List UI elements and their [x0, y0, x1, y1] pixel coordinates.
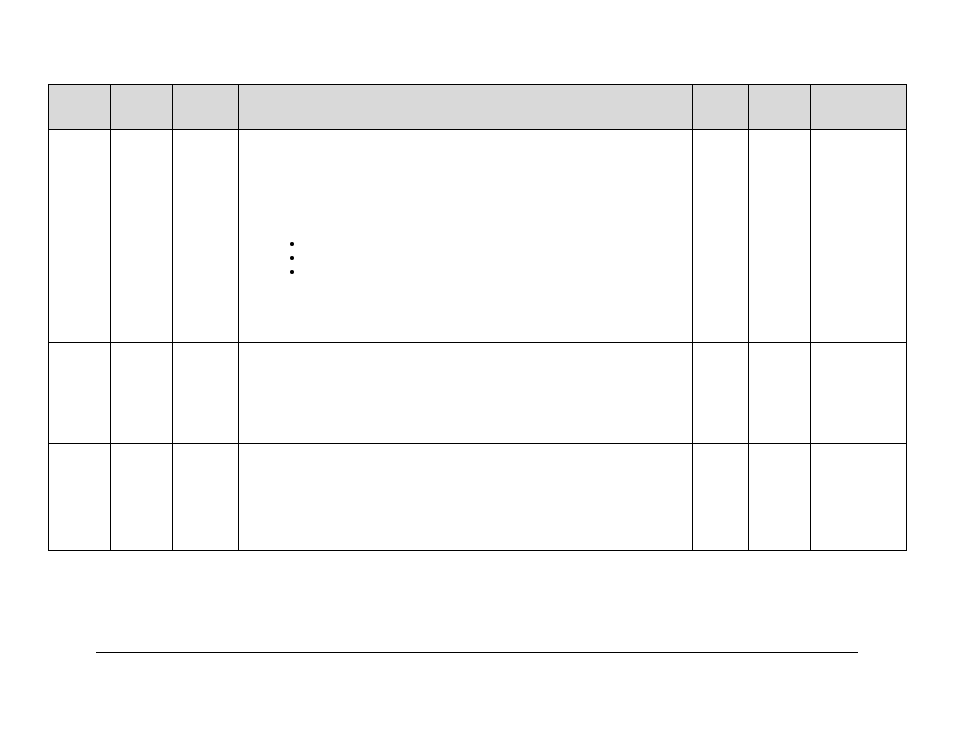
cell-text — [239, 444, 692, 456]
table-header-cell — [749, 85, 811, 130]
cell-text — [749, 444, 810, 456]
header-label — [749, 85, 810, 97]
header-label — [693, 85, 748, 97]
cell-text — [811, 343, 906, 355]
table-row — [49, 343, 907, 444]
cell-text — [693, 343, 748, 355]
bullet-icon — [290, 270, 294, 274]
cell-text — [693, 130, 748, 142]
table-row — [49, 130, 907, 343]
header-label — [49, 85, 110, 97]
table-cell — [111, 444, 173, 551]
cell-text — [173, 130, 238, 142]
table-cell — [239, 444, 693, 551]
cell-text — [49, 343, 110, 355]
table-cell — [811, 130, 907, 343]
table-header-row — [49, 85, 907, 130]
table-cell — [111, 130, 173, 343]
table-header-cell — [693, 85, 749, 130]
cell-text — [111, 444, 172, 456]
table-header-cell — [173, 85, 239, 130]
table-header-cell — [111, 85, 173, 130]
table-header-cell — [811, 85, 907, 130]
table-cell — [239, 343, 693, 444]
table-cell — [811, 444, 907, 551]
bullet-icon — [290, 242, 294, 246]
cell-text — [239, 343, 692, 355]
table-cell — [749, 343, 811, 444]
table-header-cell — [49, 85, 111, 130]
table-cell — [111, 343, 173, 444]
table-cell — [749, 444, 811, 551]
table-cell — [749, 130, 811, 343]
cell-text — [173, 444, 238, 456]
table-cell — [693, 343, 749, 444]
table-cell — [173, 130, 239, 343]
table-row — [49, 444, 907, 551]
header-label — [811, 85, 906, 97]
cell-text — [693, 444, 748, 456]
bullet-icon — [290, 256, 294, 260]
header-label — [111, 85, 172, 97]
table-cell — [173, 444, 239, 551]
cell-text — [239, 130, 692, 142]
cell-text — [173, 343, 238, 355]
bullet-list — [290, 232, 294, 284]
cell-text — [811, 130, 906, 142]
table-cell — [173, 343, 239, 444]
table-cell — [693, 444, 749, 551]
table-cell — [49, 343, 111, 444]
page — [0, 0, 954, 738]
cell-text — [749, 343, 810, 355]
table-header-cell — [239, 85, 693, 130]
table-cell — [811, 343, 907, 444]
cell-text — [49, 444, 110, 456]
data-table — [48, 84, 907, 551]
cell-text — [111, 130, 172, 142]
cell-text — [749, 130, 810, 142]
footer-divider — [96, 652, 858, 653]
table-cell — [239, 130, 693, 343]
cell-text — [49, 130, 110, 142]
table-cell — [49, 130, 111, 343]
header-label — [173, 85, 238, 97]
cell-text — [811, 444, 906, 456]
table-cell — [49, 444, 111, 551]
table-cell — [693, 130, 749, 343]
cell-text — [111, 343, 172, 355]
header-label — [239, 85, 692, 97]
